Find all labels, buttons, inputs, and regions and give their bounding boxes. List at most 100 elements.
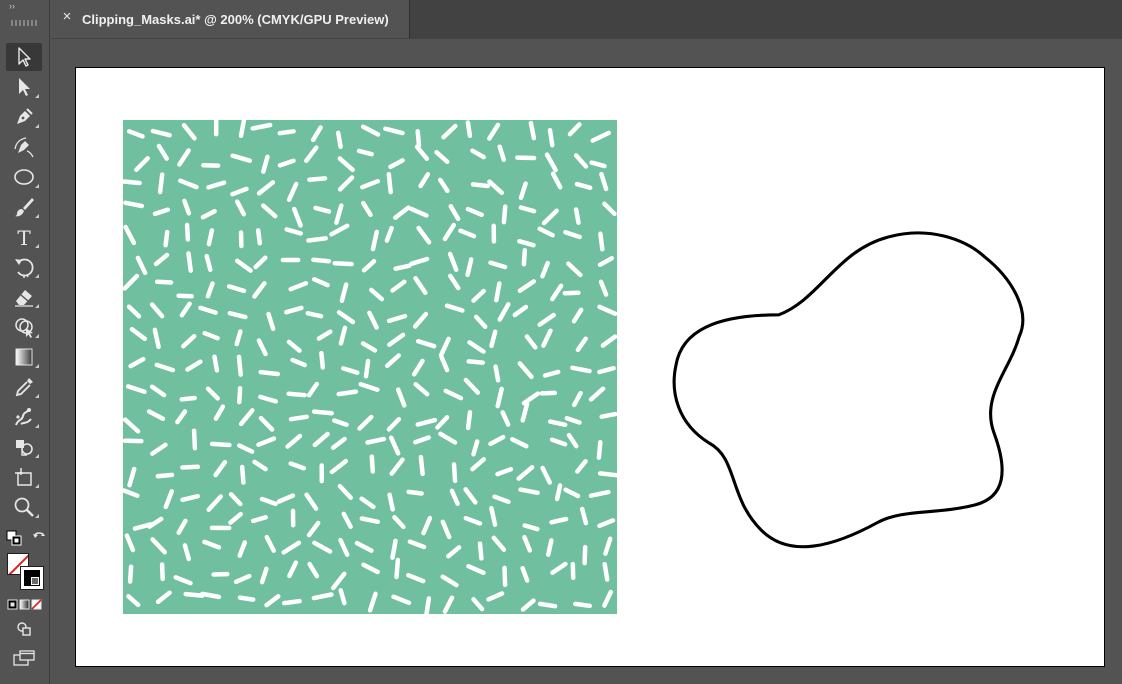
ellipse-icon <box>14 169 34 185</box>
pattern-rectangle[interactable] <box>123 120 617 614</box>
paintbrush-tool-button[interactable] <box>6 193 42 221</box>
sprinkle-mark <box>179 395 197 402</box>
eraser-icon <box>15 290 33 307</box>
sprinkle-mark <box>528 120 537 141</box>
sprinkle-mark <box>477 541 484 561</box>
sprinkle-mark <box>502 565 508 588</box>
sprinkle-mark <box>184 222 191 242</box>
sprinkle-mark <box>597 471 617 478</box>
shape-builder-tool-button[interactable] <box>6 313 42 341</box>
sprinkle-mark <box>521 247 528 267</box>
eyedropper-tool-button[interactable] <box>6 373 42 401</box>
sprinkle-mark <box>494 281 502 303</box>
sprinkle-mark <box>212 354 220 373</box>
sprinkle-mark <box>539 390 558 396</box>
artboard-tool-button[interactable] <box>6 463 42 491</box>
document-tab-title: Clipping_Masks.ai* @ 200% (CMYK/GPU Prev… <box>82 12 389 27</box>
sprinkle-mark <box>390 538 398 560</box>
zoom-tool-button[interactable] <box>6 493 42 521</box>
type-tool-button[interactable]: T <box>6 223 42 251</box>
sprinkle-mark <box>363 358 371 379</box>
puppet-warp-tool-button[interactable] <box>6 403 42 431</box>
sprinkle-mark <box>466 359 485 365</box>
sprinkle-mark <box>465 120 473 139</box>
document-tab[interactable]: × Clipping_Masks.ai* @ 200% (CMYK/GPU Pr… <box>51 0 410 38</box>
sprinkle-mark <box>237 595 256 602</box>
sprinkle-mark <box>305 311 324 319</box>
sprinkle-mark <box>281 598 302 606</box>
sprinkle-mark <box>393 263 412 271</box>
sprinkle-mark <box>176 293 194 299</box>
selection-tool-button[interactable] <box>6 43 42 71</box>
sprinkle-mark <box>599 411 617 419</box>
curvature-tool-button[interactable] <box>6 133 42 161</box>
sprinkle-mark <box>237 385 243 405</box>
color-mode-buttons[interactable] <box>6 597 42 613</box>
rotate-icon <box>15 258 34 278</box>
sprinkle-mark <box>537 601 558 609</box>
default-fill-stroke-button[interactable] <box>6 530 22 546</box>
sprinkle-mark <box>155 472 175 479</box>
shape-builder-icon <box>15 318 33 338</box>
draw-mode-icon <box>17 622 31 636</box>
panel-grip[interactable] <box>11 20 37 26</box>
sprinkle-mark <box>163 229 170 248</box>
collapse-panel-button[interactable]: ›› <box>9 2 15 11</box>
pen-tool-button[interactable] <box>6 103 42 131</box>
sprinkle-mark <box>424 596 432 614</box>
color-gradient-none-icon <box>7 599 42 610</box>
sprinkle-mark <box>493 364 501 383</box>
sprinkle-mark <box>369 454 376 474</box>
puppet-warp-icon <box>15 408 32 426</box>
blob-shape[interactable] <box>668 215 1028 551</box>
sprinkle-mark <box>406 489 424 496</box>
arrow-filled-icon <box>19 78 30 96</box>
sprinkle-mark <box>180 464 201 470</box>
symbol-sprayer-tool-button[interactable] <box>6 433 42 461</box>
sprinkle-mark <box>127 564 134 584</box>
pattern-background <box>123 120 617 614</box>
type-glyph: T <box>17 226 31 249</box>
sprinkle-mark <box>255 228 263 246</box>
sprinkle-mark <box>582 544 588 566</box>
ellipse-tool-button[interactable] <box>6 163 42 191</box>
rotate-tool-button[interactable] <box>6 253 42 281</box>
sprinkle-mark <box>123 179 142 186</box>
sprinkle-mark <box>335 130 343 150</box>
direct-selection-tool-button[interactable] <box>6 73 42 101</box>
eraser-tool-button[interactable] <box>6 283 42 311</box>
sprinkle-mark <box>307 176 328 182</box>
sprinkle-mark <box>547 127 555 148</box>
close-icon[interactable]: × <box>60 9 74 24</box>
sprinkle-mark <box>554 483 563 502</box>
sprinkle-mark <box>545 538 554 557</box>
sprinkle-mark <box>288 414 309 422</box>
pen-icon <box>17 108 33 124</box>
arrow-outline-icon <box>18 47 31 67</box>
swap-arrow-icon <box>33 532 45 538</box>
sprinkle-mark <box>311 257 332 264</box>
stroke-swatch[interactable] <box>20 566 44 590</box>
sprinkle-mark <box>415 129 422 148</box>
gradient-tool-button[interactable] <box>6 343 42 371</box>
sprinkle-mark <box>258 369 281 377</box>
type-icon: T <box>17 226 31 249</box>
sprinkle-mark <box>191 428 198 451</box>
sprinkle-mark <box>200 591 222 600</box>
default-colors-icon <box>6 530 22 546</box>
sprinkle-mark <box>394 557 401 580</box>
screen-mode-button[interactable] <box>12 650 36 666</box>
gradient-icon <box>15 348 33 366</box>
sprinkle-mark <box>573 207 581 225</box>
sprinkle-mark <box>501 204 508 225</box>
swap-fill-stroke-button[interactable] <box>31 530 47 546</box>
artboard[interactable] <box>75 67 1105 667</box>
canvas-workspace[interactable] <box>51 39 1122 684</box>
drawing-mode-button[interactable] <box>16 620 32 636</box>
sprinkle-mark <box>465 410 473 431</box>
eyedropper-icon <box>15 378 33 397</box>
tools-panel: ›› T <box>0 0 50 684</box>
sprinkle-mark <box>183 591 205 598</box>
sprinkle-mark <box>602 561 610 582</box>
document-tab-bar: × Clipping_Masks.ai* @ 200% (CMYK/GPU Pr… <box>51 0 1122 39</box>
